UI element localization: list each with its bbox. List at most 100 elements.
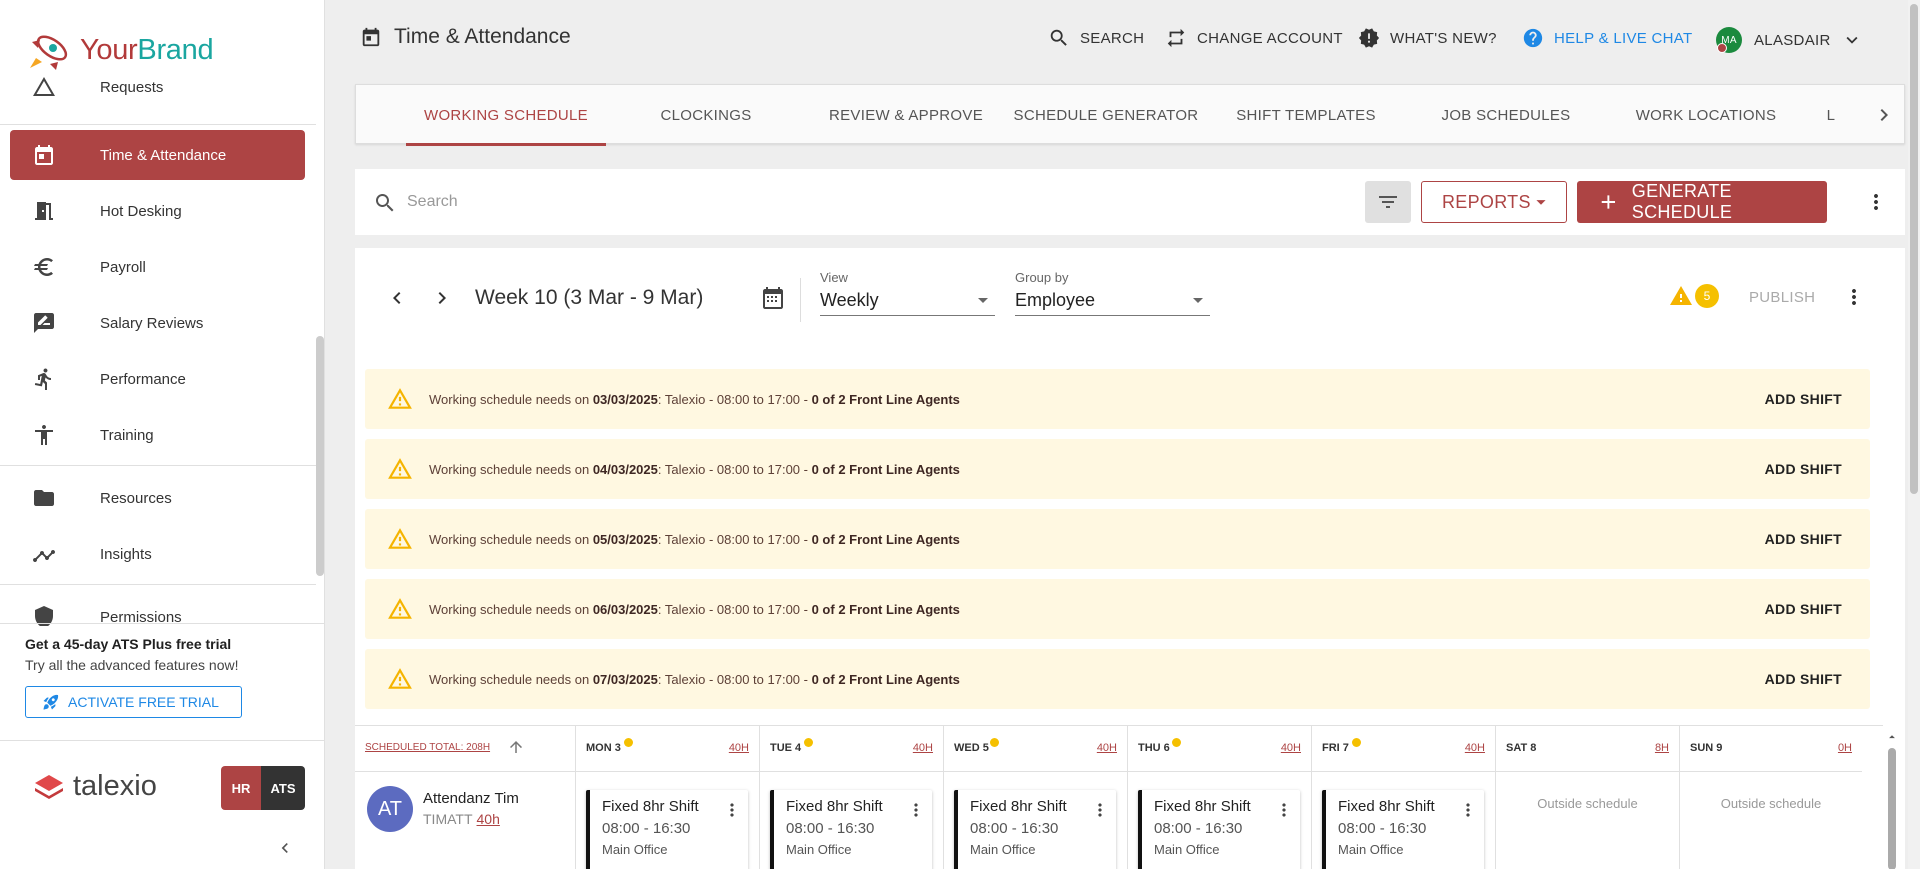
filter-button[interactable]	[1365, 181, 1411, 223]
day-label: SUN 9	[1690, 742, 1723, 754]
outside-schedule-cell[interactable]: Outside schedule	[1496, 796, 1679, 811]
sidebar-item-time-attendance[interactable]: Time & Attendance	[10, 130, 305, 180]
scroll-up-arrow-icon[interactable]	[1885, 730, 1899, 744]
shift-more-button[interactable]	[1090, 800, 1110, 820]
reports-button[interactable]: REPORTS	[1421, 181, 1567, 223]
day-hours-link[interactable]: 40H	[1097, 742, 1117, 754]
header-search-button[interactable]: SEARCH	[1048, 27, 1144, 49]
employee-code: TIMATT 40h	[423, 811, 500, 827]
day-column-tue: TUE 4 40H Fixed 8hr Shift 08:00 - 16:30 …	[760, 726, 944, 869]
next-week-button[interactable]	[430, 286, 454, 310]
calendar-icon	[763, 287, 783, 309]
search-input[interactable]	[407, 187, 1307, 217]
publish-button[interactable]: PUBLISH	[1749, 289, 1815, 306]
shift-more-button[interactable]	[1274, 800, 1294, 820]
previous-week-button[interactable]	[385, 286, 409, 310]
group-by-value: Employee	[1015, 290, 1096, 310]
brand-logo[interactable]: YourBrand	[28, 30, 214, 70]
add-shift-button[interactable]: ADD SHIFT	[1765, 671, 1842, 687]
tab-clockings[interactable]: CLOCKINGS	[606, 85, 806, 145]
shift-more-button[interactable]	[722, 800, 742, 820]
sidebar-item-performance[interactable]: Performance	[10, 354, 305, 404]
warning-outline-icon	[388, 388, 412, 409]
employee-avatar[interactable]: AT	[367, 786, 413, 832]
schedule-more-button[interactable]	[1842, 285, 1866, 309]
more-vert-icon	[1852, 289, 1856, 305]
toolbar-more-button[interactable]	[1864, 190, 1888, 214]
shift-card[interactable]: Fixed 8hr Shift 08:00 - 16:30 Main Offic…	[586, 790, 748, 869]
sidebar-item-label: Hot Desking	[100, 202, 182, 220]
day-column-mon: MON 3 40H Fixed 8hr Shift 08:00 - 16:30 …	[576, 726, 760, 869]
grid-scrollbar[interactable]	[1885, 730, 1899, 869]
sidebar-scrollbar[interactable]	[316, 336, 324, 576]
schedule-need-alert: Working schedule needs on 04/03/2025: Ta…	[365, 439, 1870, 499]
tab-shift-templates[interactable]: SHIFT TEMPLATES	[1206, 85, 1406, 145]
shift-time: 08:00 - 16:30	[970, 820, 1059, 837]
change-account-button[interactable]: CHANGE ACCOUNT	[1165, 27, 1343, 49]
module-tabs: WORKING SCHEDULE CLOCKINGS REVIEW & APPR…	[355, 84, 1905, 146]
tab-review-approve[interactable]: REVIEW & APPROVE	[806, 85, 1006, 145]
day-warning-dot	[1352, 738, 1361, 747]
sidebar-item-salary-reviews[interactable]: Salary Reviews	[10, 298, 305, 348]
sidebar-item-permissions[interactable]: Permissions	[10, 592, 305, 626]
warnings-count-badge: 5	[1695, 284, 1719, 308]
sidebar-item-insights[interactable]: Insights	[10, 529, 305, 579]
euro-icon	[31, 254, 57, 280]
shift-card[interactable]: Fixed 8hr Shift 08:00 - 16:30 Main Offic…	[770, 790, 932, 869]
date-picker-button[interactable]	[761, 286, 785, 310]
hr-switch-button[interactable]: HR	[221, 766, 261, 810]
shift-more-button[interactable]	[906, 800, 926, 820]
tab-more[interactable]: L	[1806, 85, 1856, 145]
tab-schedule-generator[interactable]: SCHEDULE GENERATOR	[1006, 85, 1206, 145]
add-shift-button[interactable]: ADD SHIFT	[1765, 461, 1842, 477]
tab-job-schedules[interactable]: JOB SCHEDULES	[1406, 85, 1606, 145]
tabs-scroll-right-button[interactable]	[1872, 103, 1896, 127]
day-hours-link[interactable]: 40H	[1281, 742, 1301, 754]
sidebar-item-requests[interactable]: Requests	[10, 74, 305, 112]
shift-card[interactable]: Fixed 8hr Shift 08:00 - 16:30 Main Offic…	[954, 790, 1116, 869]
sort-arrow-up-icon[interactable]	[507, 738, 525, 756]
day-warning-dot	[1172, 738, 1181, 747]
day-hours-link[interactable]: 40H	[729, 742, 749, 754]
add-shift-button[interactable]: ADD SHIFT	[1765, 601, 1842, 617]
sidebar: YourBrand Requests Time & Attendance Hot…	[0, 0, 325, 869]
generate-schedule-button[interactable]: GENERATE SCHEDULE	[1577, 181, 1827, 223]
add-shift-button[interactable]: ADD SHIFT	[1765, 391, 1842, 407]
employee-hours-link[interactable]: 40h	[477, 811, 500, 827]
scheduled-total[interactable]: SCHEDULED TOTAL: 208H	[365, 742, 490, 753]
day-hours-link[interactable]: 40H	[1465, 742, 1485, 754]
user-menu-button[interactable]: MA ALASDAIR	[1716, 27, 1863, 53]
warning-outline-icon	[388, 528, 412, 549]
top-header: Time & Attendance SEARCH CHANGE ACCOUNT …	[326, 0, 1920, 78]
shift-title: Fixed 8hr Shift	[1154, 798, 1251, 815]
page-scroll-thumb[interactable]	[1910, 4, 1918, 494]
week-label: Week 10 (3 Mar - 9 Mar)	[475, 286, 704, 309]
group-by-select[interactable]: Group by Employee	[1015, 270, 1210, 316]
grid-scroll-thumb[interactable]	[1888, 748, 1896, 869]
view-select[interactable]: View Weekly	[820, 270, 995, 316]
day-hours-link[interactable]: 40H	[913, 742, 933, 754]
outside-schedule-cell[interactable]: Outside schedule	[1680, 796, 1862, 811]
sidebar-item-training[interactable]: Training	[10, 410, 305, 460]
employee-name[interactable]: Attendanz Tim	[423, 790, 519, 807]
add-shift-button[interactable]: ADD SHIFT	[1765, 531, 1842, 547]
shift-card[interactable]: Fixed 8hr Shift 08:00 - 16:30 Main Offic…	[1322, 790, 1484, 869]
collapse-sidebar-button[interactable]	[275, 838, 295, 858]
warnings-button[interactable]: 5	[1669, 284, 1719, 308]
shift-more-button[interactable]	[1458, 800, 1478, 820]
schedule-need-alert: Working schedule needs on 03/03/2025: Ta…	[365, 369, 1870, 429]
activate-trial-button[interactable]: ACTIVATE FREE TRIAL	[25, 686, 242, 718]
day-hours-link[interactable]: 0H	[1838, 742, 1852, 754]
sidebar-item-resources[interactable]: Resources	[10, 473, 305, 523]
sidebar-item-payroll[interactable]: Payroll	[10, 242, 305, 292]
shift-card[interactable]: Fixed 8hr Shift 08:00 - 16:30 Main Offic…	[1138, 790, 1300, 869]
tab-work-locations[interactable]: WORK LOCATIONS	[1606, 85, 1806, 145]
day-hours-link[interactable]: 8H	[1655, 742, 1669, 754]
ats-switch-button[interactable]: ATS	[261, 766, 305, 810]
sidebar-item-hot-desking[interactable]: Hot Desking	[10, 186, 305, 236]
tab-working-schedule[interactable]: WORKING SCHEDULE	[406, 85, 606, 146]
whats-new-button[interactable]: WHAT'S NEW?	[1358, 27, 1497, 49]
help-live-chat-button[interactable]: HELP & LIVE CHAT	[1522, 27, 1692, 49]
help-live-chat-label: HELP & LIVE CHAT	[1554, 29, 1693, 47]
page-scrollbar[interactable]	[1908, 0, 1920, 869]
